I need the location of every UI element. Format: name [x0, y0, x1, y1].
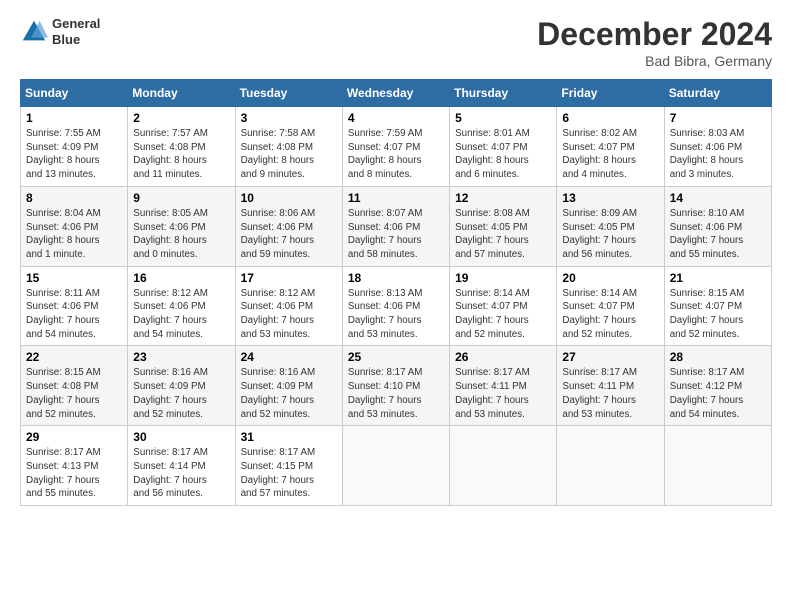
day-6: 6 Sunrise: 8:02 AMSunset: 4:07 PMDayligh… [557, 107, 664, 187]
col-wednesday: Wednesday [342, 80, 449, 107]
day-25: 25 Sunrise: 8:17 AMSunset: 4:10 PMDaylig… [342, 346, 449, 426]
logo-text: General Blue [52, 16, 100, 47]
col-saturday: Saturday [664, 80, 771, 107]
table-row: 1 Sunrise: 7:55 AMSunset: 4:09 PMDayligh… [21, 107, 772, 187]
logo-icon [20, 18, 48, 46]
day-23: 23 Sunrise: 8:16 AMSunset: 4:09 PMDaylig… [128, 346, 235, 426]
month-title: December 2024 [537, 16, 772, 53]
day-5: 5 Sunrise: 8:01 AMSunset: 4:07 PMDayligh… [450, 107, 557, 187]
day-27: 27 Sunrise: 8:17 AMSunset: 4:11 PMDaylig… [557, 346, 664, 426]
day-8: 8 Sunrise: 8:04 AMSunset: 4:06 PMDayligh… [21, 186, 128, 266]
day-28: 28 Sunrise: 8:17 AMSunset: 4:12 PMDaylig… [664, 346, 771, 426]
empty-cell [664, 426, 771, 506]
day-29: 29 Sunrise: 8:17 AMSunset: 4:13 PMDaylig… [21, 426, 128, 506]
day-30: 30 Sunrise: 8:17 AMSunset: 4:14 PMDaylig… [128, 426, 235, 506]
logo: General Blue [20, 16, 100, 47]
day-18: 18 Sunrise: 8:13 AMSunset: 4:06 PMDaylig… [342, 266, 449, 346]
header: General Blue December 2024 Bad Bibra, Ge… [20, 16, 772, 69]
day-1: 1 Sunrise: 7:55 AMSunset: 4:09 PMDayligh… [21, 107, 128, 187]
col-sunday: Sunday [21, 80, 128, 107]
day-9: 9 Sunrise: 8:05 AMSunset: 4:06 PMDayligh… [128, 186, 235, 266]
col-thursday: Thursday [450, 80, 557, 107]
day-15: 15 Sunrise: 8:11 AMSunset: 4:06 PMDaylig… [21, 266, 128, 346]
day-14: 14 Sunrise: 8:10 AMSunset: 4:06 PMDaylig… [664, 186, 771, 266]
day-10: 10 Sunrise: 8:06 AMSunset: 4:06 PMDaylig… [235, 186, 342, 266]
col-monday: Monday [128, 80, 235, 107]
day-13: 13 Sunrise: 8:09 AMSunset: 4:05 PMDaylig… [557, 186, 664, 266]
table-row: 8 Sunrise: 8:04 AMSunset: 4:06 PMDayligh… [21, 186, 772, 266]
table-row: 15 Sunrise: 8:11 AMSunset: 4:06 PMDaylig… [21, 266, 772, 346]
day-21: 21 Sunrise: 8:15 AMSunset: 4:07 PMDaylig… [664, 266, 771, 346]
day-24: 24 Sunrise: 8:16 AMSunset: 4:09 PMDaylig… [235, 346, 342, 426]
day-16: 16 Sunrise: 8:12 AMSunset: 4:06 PMDaylig… [128, 266, 235, 346]
day-22: 22 Sunrise: 8:15 AMSunset: 4:08 PMDaylig… [21, 346, 128, 426]
day-12: 12 Sunrise: 8:08 AMSunset: 4:05 PMDaylig… [450, 186, 557, 266]
day-19: 19 Sunrise: 8:14 AMSunset: 4:07 PMDaylig… [450, 266, 557, 346]
location: Bad Bibra, Germany [537, 53, 772, 69]
calendar-table: Sunday Monday Tuesday Wednesday Thursday… [20, 79, 772, 506]
table-row: 22 Sunrise: 8:15 AMSunset: 4:08 PMDaylig… [21, 346, 772, 426]
header-row: Sunday Monday Tuesday Wednesday Thursday… [21, 80, 772, 107]
day-3: 3 Sunrise: 7:58 AMSunset: 4:08 PMDayligh… [235, 107, 342, 187]
calendar-container: General Blue December 2024 Bad Bibra, Ge… [0, 0, 792, 516]
empty-cell [342, 426, 449, 506]
title-block: December 2024 Bad Bibra, Germany [537, 16, 772, 69]
day-20: 20 Sunrise: 8:14 AMSunset: 4:07 PMDaylig… [557, 266, 664, 346]
empty-cell [450, 426, 557, 506]
day-26: 26 Sunrise: 8:17 AMSunset: 4:11 PMDaylig… [450, 346, 557, 426]
day-2: 2 Sunrise: 7:57 AMSunset: 4:08 PMDayligh… [128, 107, 235, 187]
table-row: 29 Sunrise: 8:17 AMSunset: 4:13 PMDaylig… [21, 426, 772, 506]
day-7: 7 Sunrise: 8:03 AMSunset: 4:06 PMDayligh… [664, 107, 771, 187]
day-31: 31 Sunrise: 8:17 AMSunset: 4:15 PMDaylig… [235, 426, 342, 506]
day-11: 11 Sunrise: 8:07 AMSunset: 4:06 PMDaylig… [342, 186, 449, 266]
col-friday: Friday [557, 80, 664, 107]
day-17: 17 Sunrise: 8:12 AMSunset: 4:06 PMDaylig… [235, 266, 342, 346]
empty-cell [557, 426, 664, 506]
col-tuesday: Tuesday [235, 80, 342, 107]
day-4: 4 Sunrise: 7:59 AMSunset: 4:07 PMDayligh… [342, 107, 449, 187]
